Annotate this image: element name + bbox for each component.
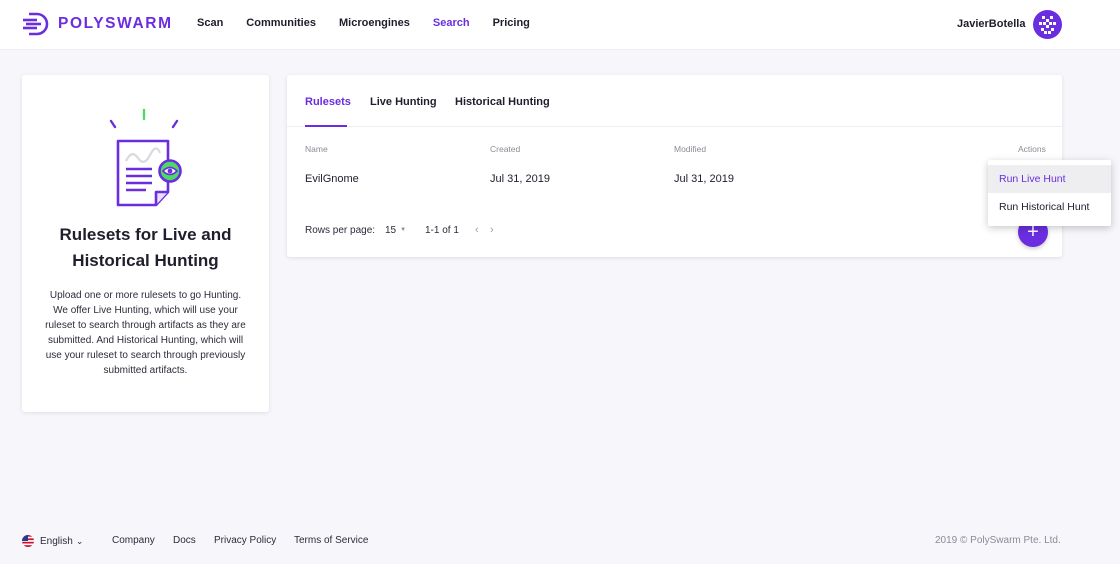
rows-per-page-select[interactable]: 15 ▼ bbox=[385, 225, 406, 236]
row-modified: Jul 31, 2019 bbox=[674, 173, 734, 185]
tab-live-hunting[interactable]: Live Hunting bbox=[370, 96, 437, 108]
copyright: 2019 © PolySwarm Pte. Ltd. bbox=[935, 535, 1061, 546]
tab-bar: Rulesets Live Hunting Historical Hunting bbox=[287, 75, 1062, 127]
info-title-line2: Historical Hunting bbox=[72, 251, 219, 270]
column-header-modified: Modified bbox=[674, 144, 707, 154]
ruleset-info-card: Rulesets for Live and Historical Hunting… bbox=[22, 75, 269, 412]
footer-link-company[interactable]: Company bbox=[112, 535, 155, 546]
footer-link-terms-of-service[interactable]: Terms of Service bbox=[294, 535, 368, 546]
actions-menu: Run Live Hunt Run Historical Hunt bbox=[988, 160, 1111, 226]
page-range: 1-1 of 1 bbox=[425, 225, 459, 236]
active-tab-indicator bbox=[305, 125, 347, 127]
polyswarm-logo-icon bbox=[23, 12, 49, 36]
caret-down-icon: ▼ bbox=[400, 227, 407, 233]
menu-item-run-historical-hunt[interactable]: Run Historical Hunt bbox=[988, 193, 1111, 221]
menu-item-run-live-hunt[interactable]: Run Live Hunt bbox=[988, 165, 1111, 193]
column-header-actions: Actions bbox=[1018, 144, 1046, 154]
logo-text: POLYSWARM bbox=[58, 15, 173, 32]
chevron-left-icon[interactable]: ‹ bbox=[475, 224, 479, 236]
footer-link-privacy-policy[interactable]: Privacy Policy bbox=[214, 535, 276, 546]
rulesets-card: Rulesets Live Hunting Historical Hunting… bbox=[287, 75, 1062, 257]
rows-per-page-label: Rows per page: bbox=[305, 225, 376, 236]
identicon-icon bbox=[1039, 16, 1056, 34]
footer-link-docs[interactable]: Docs bbox=[173, 535, 196, 546]
us-flag-icon bbox=[22, 535, 34, 547]
row-created: Jul 31, 2019 bbox=[490, 173, 550, 185]
chevron-down-icon: ⌄ bbox=[75, 535, 84, 546]
nav-pricing[interactable]: Pricing bbox=[493, 17, 530, 29]
info-title: Rulesets for Live and Historical Hunting bbox=[22, 222, 269, 274]
info-title-line1: Rulesets for Live and bbox=[59, 225, 232, 244]
tab-rulesets[interactable]: Rulesets bbox=[305, 96, 351, 108]
tab-historical-hunting[interactable]: Historical Hunting bbox=[455, 96, 550, 108]
chevron-right-icon[interactable]: › bbox=[490, 224, 494, 236]
nav-scan[interactable]: Scan bbox=[197, 17, 223, 29]
column-header-name: Name bbox=[305, 144, 328, 154]
language-label: English bbox=[40, 535, 73, 547]
main-nav: Scan Communities Microengines Search Pri… bbox=[197, 17, 553, 29]
top-navbar: POLYSWARM Scan Communities Microengines … bbox=[0, 0, 1120, 50]
polyswarm-logo[interactable]: POLYSWARM bbox=[22, 11, 173, 37]
nav-microengines[interactable]: Microengines bbox=[339, 17, 410, 29]
nav-communities[interactable]: Communities bbox=[246, 17, 316, 29]
avatar[interactable] bbox=[1033, 10, 1062, 39]
column-header-created: Created bbox=[490, 144, 521, 154]
row-name: EvilGnome bbox=[305, 173, 359, 185]
document-eye-icon bbox=[109, 108, 182, 207]
username[interactable]: JavierBotella bbox=[957, 18, 1025, 30]
language-selector[interactable]: English ⌄ bbox=[22, 535, 83, 547]
info-description: Upload one or more rulesets to go Huntin… bbox=[45, 290, 246, 376]
document-search-illustration bbox=[108, 107, 184, 216]
page-footer: English ⌄ Company Docs Privacy Policy Te… bbox=[0, 530, 1120, 554]
nav-search[interactable]: Search bbox=[433, 17, 470, 29]
rows-per-page-value: 15 bbox=[385, 225, 397, 236]
